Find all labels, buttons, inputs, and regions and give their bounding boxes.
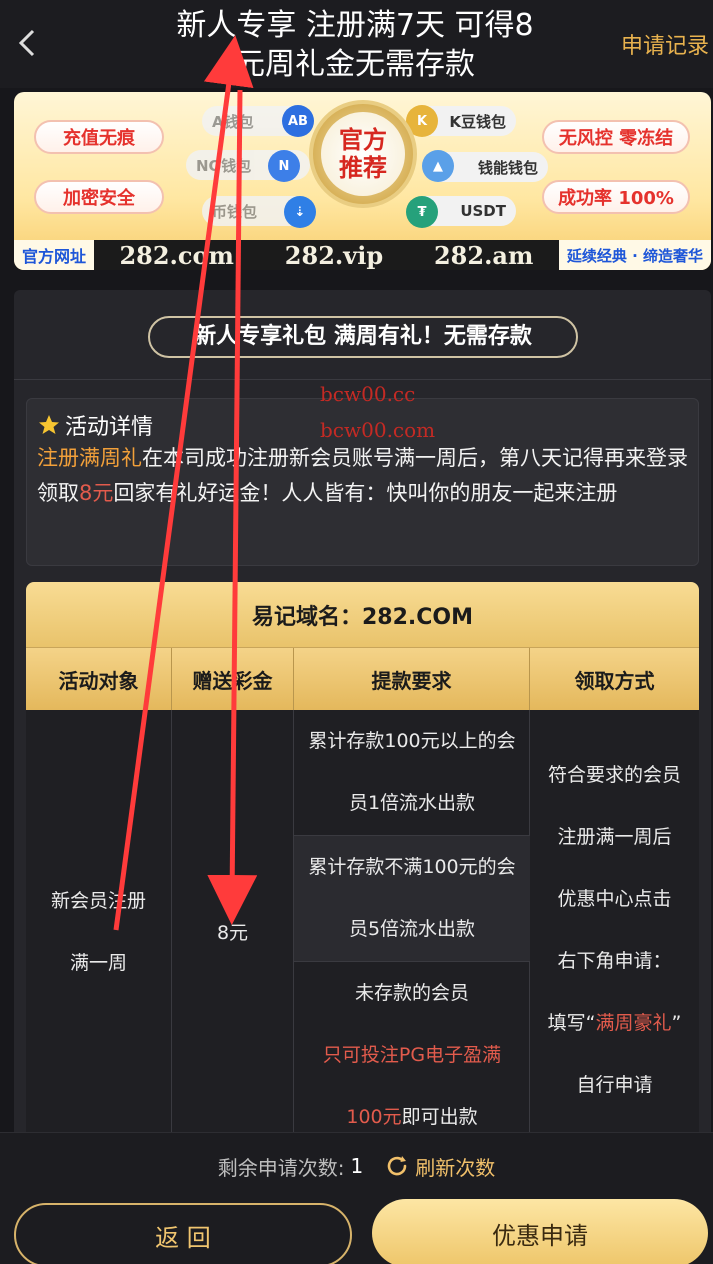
wallet-coin-icon: N: [268, 150, 300, 182]
seal-text: 官方 推荐: [321, 112, 405, 196]
detail-highlight: 注册满周礼: [37, 446, 142, 470]
domain-item[interactable]: 282.am: [434, 241, 533, 270]
title-line-1: 新人专享 注册满7天 可得8: [176, 8, 534, 43]
apply-record-link[interactable]: 申请记录: [621, 28, 709, 60]
refresh-button[interactable]: 刷新次数: [415, 1152, 495, 1181]
method-line: 符合要求的会员: [547, 764, 681, 786]
requirement-item: 未存款的会员 只可投注PG电子盈满 100元即可出款: [294, 962, 530, 1150]
domain-item[interactable]: 282.com: [119, 241, 233, 270]
method-line: 自行申请: [576, 1074, 653, 1096]
detail-amount: 8元: [79, 481, 114, 505]
back-button[interactable]: 返 回: [14, 1203, 352, 1264]
title-line-2: 元周礼金无需存款: [235, 47, 475, 82]
nav-header: 新人专享 注册满7天 可得8 元周礼金无需存款 申请记录: [0, 0, 713, 88]
requirement-line: 只可投注PG电子盈满: [322, 1044, 502, 1066]
apply-button[interactable]: 优惠申请: [372, 1199, 708, 1264]
method-line: 填写“满周豪礼”: [530, 992, 699, 1054]
banner-slogan: 延续经典 · 缔造奢华: [566, 246, 703, 265]
remaining-count: 剩余申请次数: 1 刷新次数: [0, 1151, 713, 1181]
method-text: 填写“: [547, 1012, 596, 1034]
requirement-line: 累计存款100元以上的会: [308, 730, 516, 752]
requirement-line: 员1倍流水出款: [348, 792, 476, 814]
domain-item[interactable]: 282.vip: [285, 241, 383, 270]
watermark-text: bcw00.com: [320, 418, 436, 442]
table-header-cell: 领取方式: [574, 668, 655, 693]
bottom-action-bar: 剩余申请次数: 1 刷新次数 返 回 优惠申请: [0, 1132, 713, 1264]
usdt-coin-icon: ₮: [406, 196, 438, 228]
banner-pill: 成功率 100%: [542, 180, 690, 214]
remaining-label: 剩余申请次数:: [217, 1155, 345, 1180]
bonus-amount: 8元: [216, 922, 249, 944]
method-line: 注册满一周后: [557, 826, 672, 848]
domain-label: 官方网址: [22, 247, 87, 266]
method-text: ”: [671, 1012, 682, 1034]
table-header-cell: 赠送彩金: [172, 648, 294, 710]
seal-line-1: 官方: [339, 126, 387, 154]
requirement-amount: 100元: [346, 1106, 402, 1128]
promo-card: 新人专享礼包 满周有礼！无需存款 活动详情 注册满周礼在本司成功注册新会员账号满…: [14, 290, 711, 1150]
remaining-value: 1: [350, 1154, 364, 1178]
promo-table: 易记域名：282.COM 活动对象 赠送彩金 提款要求 领取方式 新会员注册 满…: [26, 582, 699, 1150]
page: 新人专享 注册满7天 可得8 元周礼金无需存款 申请记录 充值无痕 加密安全 无…: [0, 0, 713, 1264]
target-duration: 满一周: [69, 952, 127, 974]
target-cell: 新会员注册 满一周: [26, 710, 172, 1150]
requirement-text: 即可出款: [401, 1106, 478, 1128]
method-cell: 符合要求的会员 注册满一周后 优惠中心点击 右下角申请： 填写“满周豪礼” 自行…: [530, 710, 699, 1150]
star-icon: [39, 415, 59, 434]
card-title-area: 新人专享礼包 满周有礼！无需存款: [14, 290, 711, 380]
table-row: 新会员注册 满一周 8元 累计存款100元以上的会 员1倍流水出款 累计存款不满…: [26, 710, 699, 1150]
requirement-line: 累计存款不满100元的会: [308, 856, 516, 878]
domain-bar: 官方网址 282.com 282.vip 282.am 延续经典 · 缔造奢华: [14, 240, 711, 270]
table-header-row: 活动对象 赠送彩金 提款要求 领取方式: [26, 648, 699, 710]
domain-list: 282.com 282.vip 282.am: [94, 240, 559, 270]
card-title: 新人专享礼包 满周有礼！无需存款: [148, 316, 578, 358]
detail-heading-text: 活动详情: [65, 415, 154, 440]
target-text: 新会员注册: [50, 890, 146, 912]
detail-body: 回家有礼好运金！人人皆有：快叫你的朋友一起来注册: [113, 481, 618, 505]
page-title: 新人专享 注册满7天 可得8 元周礼金无需存款: [120, 6, 590, 84]
refresh-icon[interactable]: [385, 1154, 409, 1178]
table-caption: 易记域名：282.COM: [26, 582, 699, 648]
back-arrow-icon[interactable]: [16, 28, 38, 58]
requirement-line: 未存款的会员: [354, 982, 469, 1004]
detail-text: 注册满周礼在本司成功注册新会员账号满一周后，第八天记得再来登录领取8元回家有礼好…: [37, 441, 688, 511]
requirement-item: 累计存款不满100元的会 员5倍流水出款: [294, 836, 530, 962]
table-header-cell: 提款要求: [294, 648, 530, 710]
banner-pill: 加密安全: [34, 180, 164, 214]
table-header-cell: 活动对象: [26, 648, 172, 710]
wallet-coin-icon: ⇣: [284, 196, 316, 228]
wallet-coin-icon: ▲: [422, 150, 454, 182]
promo-banner[interactable]: 充值无痕 加密安全 无风控 零冻结 成功率 100% A钱包 AB NO钱包 N…: [14, 92, 711, 270]
seal-line-2: 推荐: [339, 154, 387, 182]
method-keyword: 满周豪礼: [595, 1012, 672, 1034]
requirement-item: 累计存款100元以上的会 员1倍流水出款: [294, 710, 530, 836]
requirement-cell: 累计存款100元以上的会 员1倍流水出款 累计存款不满100元的会 员5倍流水出…: [294, 710, 530, 1150]
bonus-cell: 8元: [172, 710, 294, 1150]
banner-pill: 无风控 零冻结: [542, 120, 690, 154]
watermark-text: bcw00.cc: [320, 382, 416, 406]
method-line: 右下角申请：: [557, 950, 672, 972]
requirement-line: 员5倍流水出款: [348, 918, 476, 940]
method-line: 优惠中心点击: [557, 888, 672, 910]
banner-pill: 充值无痕: [34, 120, 164, 154]
wallet-coin-icon: AB: [282, 105, 314, 137]
official-seal: 官方 推荐: [309, 100, 417, 208]
